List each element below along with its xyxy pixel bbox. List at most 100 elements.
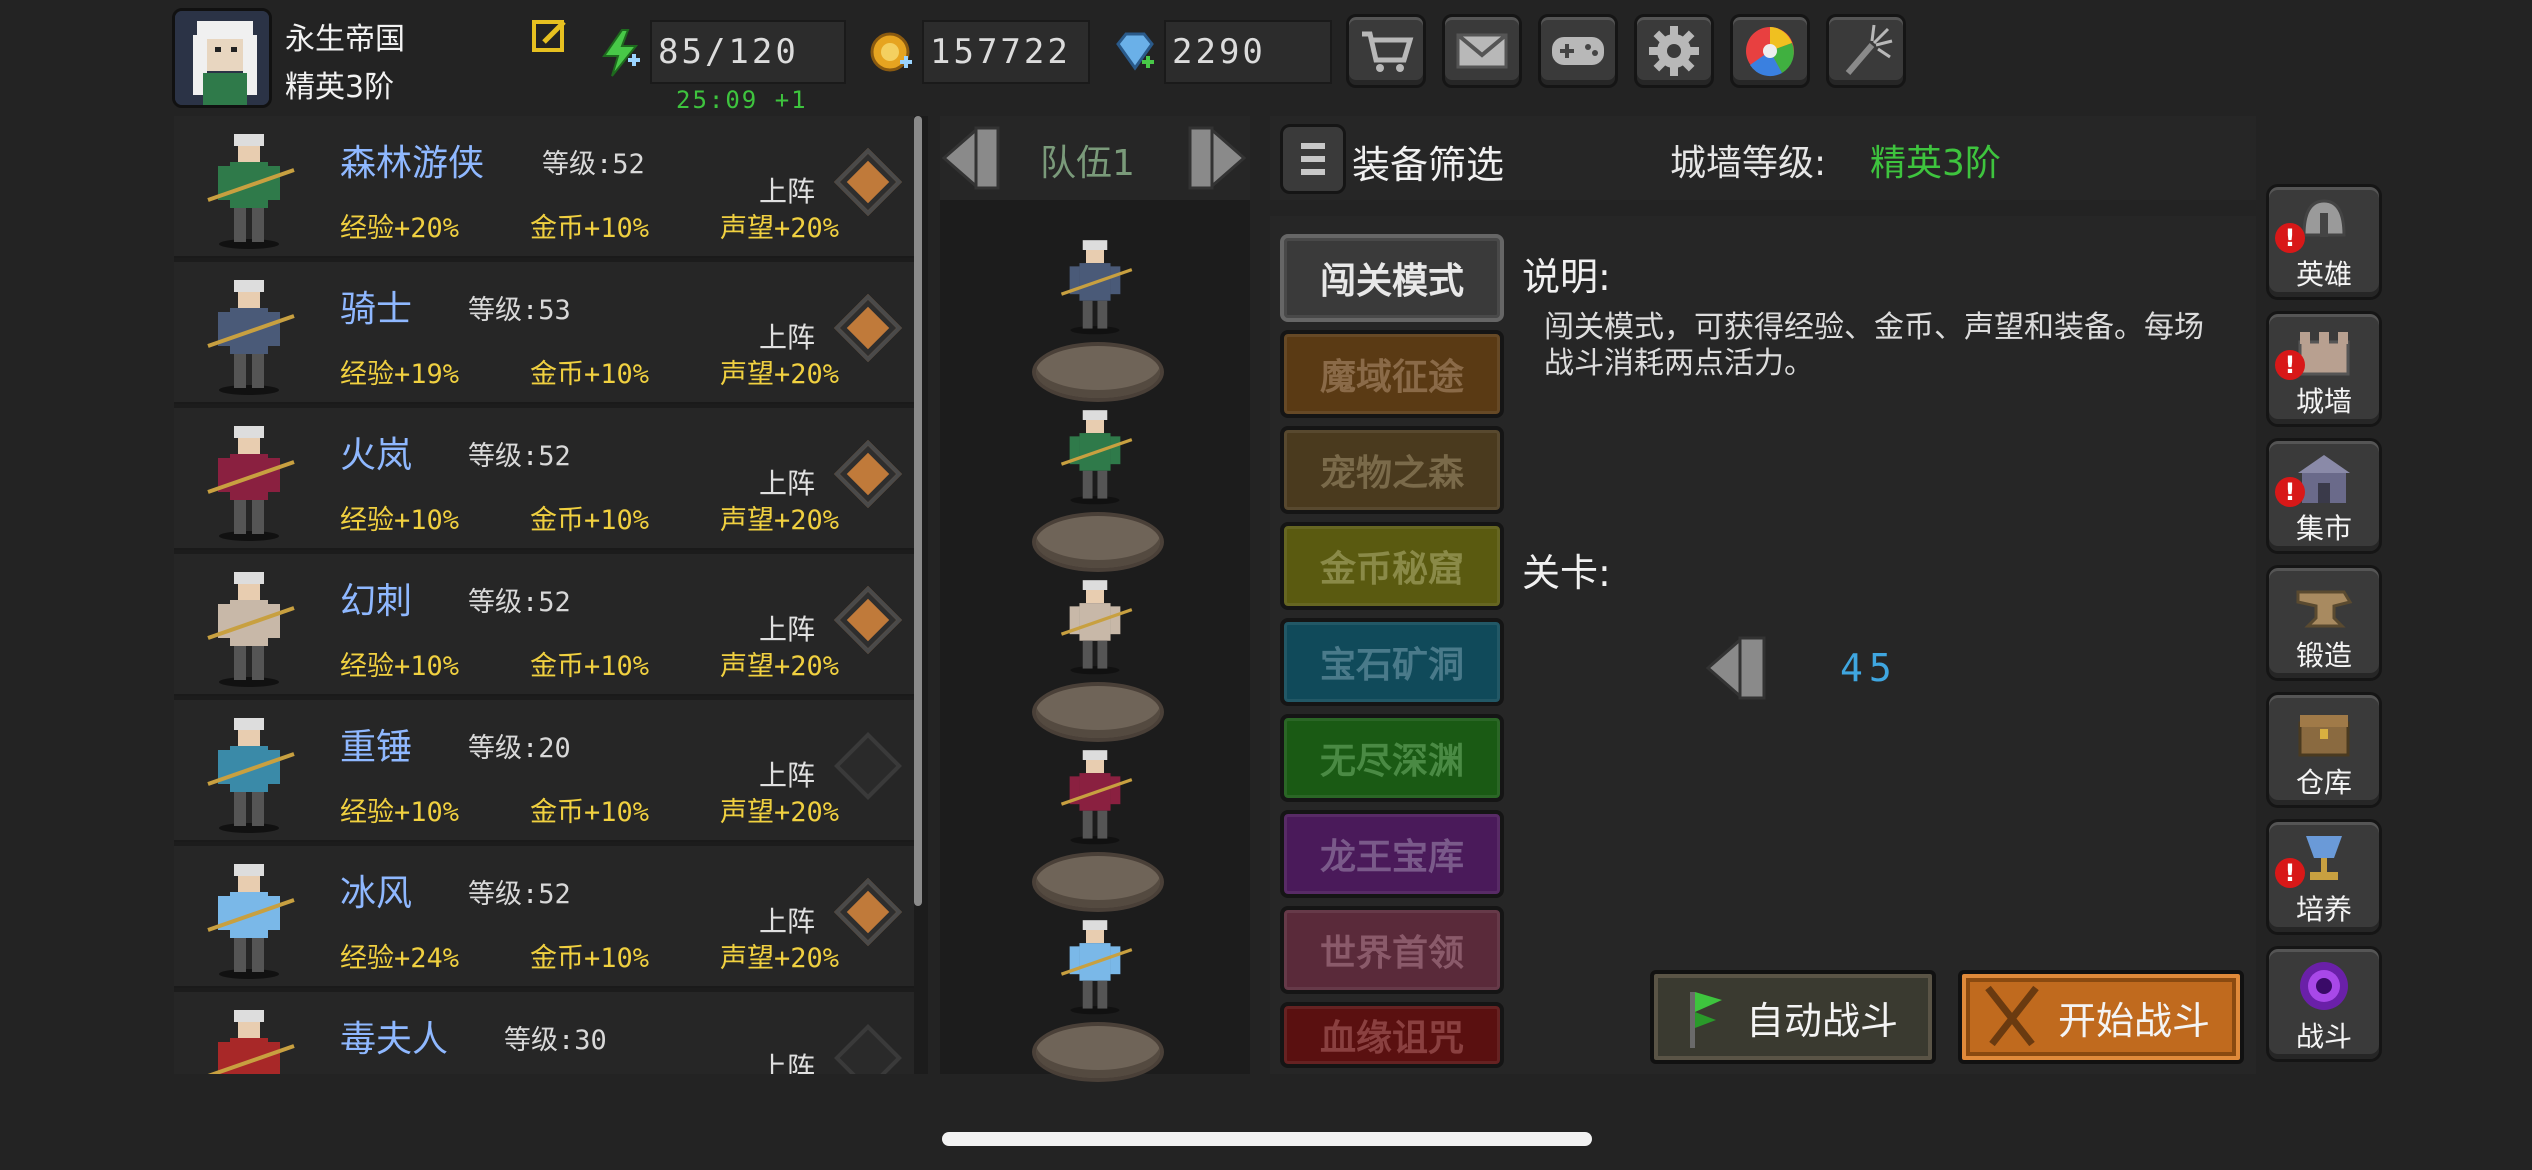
equip-filter-label[interactable]: 装备筛选 — [1352, 134, 1504, 189]
deploy-label: 上阵 — [759, 905, 816, 938]
hero-bonus-fame: 声望+20% — [720, 651, 840, 682]
hero-row[interactable]: 森林游侠 等级:52 经验+20% 金币+10% 声望+20% 上阵 — [174, 116, 914, 258]
crossed-swords-icon — [1985, 985, 2039, 1047]
gem-icon — [1112, 30, 1158, 76]
alert-icon: ! — [2275, 858, 2305, 888]
gold-coin-icon — [868, 28, 914, 76]
player-avatar[interactable] — [172, 8, 272, 108]
hero-bonus-gold: 金币+10% — [530, 943, 650, 974]
team-slot-pedestal[interactable] — [1032, 852, 1164, 912]
hero-bonus-exp: 经验+24% — [340, 943, 460, 974]
team-slot-hero[interactable] — [1050, 566, 1140, 686]
mode-button[interactable]: 血缘诅咒 — [1280, 1002, 1504, 1068]
mail-button[interactable] — [1442, 14, 1522, 88]
deploy-toggle[interactable] — [834, 1024, 902, 1074]
hero-bonus-gold: 金币+10% — [530, 505, 650, 536]
deploy-toggle[interactable] — [834, 732, 902, 800]
wall-level-value: 精英3阶 — [1870, 143, 2001, 184]
mode-button[interactable]: 宠物之森 — [1280, 426, 1504, 514]
sidebar-button-6[interactable]: ! 培养 — [2266, 819, 2382, 935]
shop-button[interactable] — [1346, 14, 1426, 88]
team-slot-hero[interactable] — [1050, 736, 1140, 856]
hero-level: 等级:52 — [468, 879, 571, 910]
sidebar-button-7[interactable]: 战斗 — [2266, 946, 2382, 1062]
stamina-timer: 25:09 +1 — [676, 86, 808, 114]
hero-name: 幻刺 — [340, 581, 413, 622]
sidebar-button-5[interactable]: 仓库 — [2266, 692, 2382, 808]
deploy-toggle[interactable] — [834, 878, 902, 946]
mode-button[interactable]: 金币秘窟 — [1280, 522, 1504, 610]
team-slot-pedestal[interactable] — [1032, 1022, 1164, 1082]
mode-button[interactable]: 世界首领 — [1280, 906, 1504, 994]
hero-row[interactable]: 幻刺 等级:52 经验+10% 金币+10% 声望+20% 上阵 — [174, 554, 914, 696]
alert-icon: ! — [2275, 477, 2305, 507]
sidebar-button-1[interactable]: ! 英雄 — [2266, 184, 2382, 300]
deploy-toggle[interactable] — [834, 148, 902, 216]
team-slot-hero[interactable] — [1050, 226, 1140, 346]
event-button[interactable] — [1826, 14, 1906, 88]
hero-row[interactable]: 毒夫人 等级:30 上阵 — [174, 992, 914, 1074]
gem-value: 2290 — [1172, 32, 1266, 72]
list-menu-icon — [1301, 143, 1325, 175]
gamepad-icon — [1552, 37, 1604, 65]
stage-title: 关卡: — [1522, 551, 1611, 595]
hero-bonus-exp: 经验+10% — [340, 505, 460, 536]
hero-portrait — [194, 568, 304, 688]
start-battle-button[interactable]: 开始战斗 — [1958, 970, 2244, 1064]
hero-row[interactable]: 骑士 等级:53 经验+19% 金币+10% 声望+20% 上阵 — [174, 262, 914, 404]
auto-battle-button[interactable]: 自动战斗 — [1650, 970, 1936, 1064]
hero-list[interactable]: 森林游侠 等级:52 经验+20% 金币+10% 声望+20% 上阵 骑士 等级:53 经验+1… — [174, 116, 928, 1074]
hero-name: 骑士 — [340, 289, 413, 330]
lottery-button[interactable] — [1730, 14, 1810, 88]
hero-name: 火岚 — [340, 435, 413, 476]
hero-row[interactable]: 冰风 等级:52 经验+24% 金币+10% 声望+20% 上阵 — [174, 846, 914, 988]
team-slot-pedestal[interactable] — [1032, 682, 1164, 742]
empire-name: 永生帝国 — [285, 22, 405, 57]
description-title: 说明: — [1522, 255, 1611, 299]
description-text: 闯关模式，可获得经验、金币、声望和装备。每场战斗消耗两点活力。 — [1544, 310, 2204, 381]
sidebar-label: 战斗 — [2295, 1020, 2352, 1053]
flag-icon — [1690, 992, 1722, 1048]
stage-prev-button[interactable] — [1700, 630, 1772, 706]
home-indicator[interactable] — [942, 1132, 1592, 1146]
team-slot-hero[interactable] — [1050, 396, 1140, 516]
team-slot-pedestal[interactable] — [1032, 512, 1164, 572]
hero-bonus-exp: 经验+20% — [340, 213, 460, 244]
mode-button[interactable]: 魔域征途 — [1280, 330, 1504, 418]
sidebar-button-4[interactable]: 锻造 — [2266, 565, 2382, 681]
auto-battle-label: 自动战斗 — [1746, 998, 1899, 1043]
hero-bonus-fame: 声望+20% — [720, 943, 840, 974]
hero-bonus-gold: 金币+10% — [530, 651, 650, 682]
mode-button[interactable]: 闯关模式 — [1280, 234, 1504, 322]
hero-portrait — [194, 130, 304, 250]
deploy-toggle[interactable] — [834, 440, 902, 508]
settings-button[interactable] — [1634, 14, 1714, 88]
sidebar-button-3[interactable]: ! 集市 — [2266, 438, 2382, 554]
hero-list-scrollbar[interactable] — [914, 116, 922, 906]
hero-row[interactable]: 火岚 等级:52 经验+10% 金币+10% 声望+20% 上阵 — [174, 408, 914, 550]
hero-bonus-fame: 声望+20% — [720, 505, 840, 536]
team-slot-hero[interactable] — [1050, 906, 1140, 1026]
edit-name-icon[interactable] — [530, 16, 570, 56]
team-prev-button[interactable] — [936, 122, 1006, 194]
hero-bonus-exp: 经验+19% — [340, 359, 460, 390]
sidebar-button-2[interactable]: ! 城墙 — [2266, 311, 2382, 427]
mode-button[interactable]: 宝石矿洞 — [1280, 618, 1504, 706]
hero-row[interactable]: 重锤 等级:20 经验+10% 金币+10% 声望+20% 上阵 — [174, 700, 914, 842]
hero-portrait — [194, 422, 304, 542]
team-next-button[interactable] — [1182, 122, 1252, 194]
sidebar-label: 仓库 — [2295, 766, 2352, 799]
team-slot-pedestal[interactable] — [1032, 342, 1164, 402]
mode-button[interactable]: 无尽深渊 — [1280, 714, 1504, 802]
hero-name: 重锤 — [340, 727, 413, 768]
sidebar-label: 集市 — [2295, 512, 2352, 545]
deploy-toggle[interactable] — [834, 294, 902, 362]
game-button[interactable] — [1538, 14, 1618, 88]
deploy-toggle[interactable] — [834, 586, 902, 654]
hero-name: 毒夫人 — [340, 1019, 449, 1060]
equip-filter-button[interactable] — [1280, 124, 1346, 194]
mode-button[interactable]: 龙王宝库 — [1280, 810, 1504, 898]
sidebar-label: 培养 — [2295, 893, 2352, 926]
cart-icon — [1362, 31, 1414, 72]
hero-bonus-exp: 经验+10% — [340, 651, 460, 682]
